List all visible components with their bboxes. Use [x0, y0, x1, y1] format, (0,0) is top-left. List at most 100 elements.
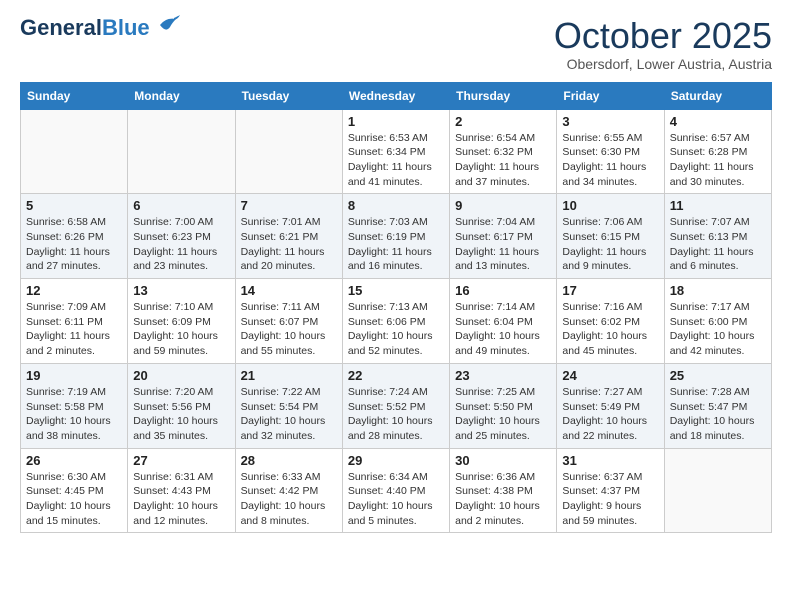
day-info: Sunrise: 7:22 AM Sunset: 5:54 PM Dayligh…	[241, 385, 337, 444]
day-number: 7	[241, 198, 337, 213]
day-info: Sunrise: 7:27 AM Sunset: 5:49 PM Dayligh…	[562, 385, 658, 444]
day-info: Sunrise: 6:37 AM Sunset: 4:37 PM Dayligh…	[562, 470, 658, 529]
day-number: 3	[562, 114, 658, 129]
day-number: 8	[348, 198, 444, 213]
day-number: 22	[348, 368, 444, 383]
day-info: Sunrise: 7:06 AM Sunset: 6:15 PM Dayligh…	[562, 215, 658, 274]
calendar-cell: 13Sunrise: 7:10 AM Sunset: 6:09 PM Dayli…	[128, 279, 235, 364]
day-info: Sunrise: 7:25 AM Sunset: 5:50 PM Dayligh…	[455, 385, 551, 444]
day-number: 30	[455, 453, 551, 468]
day-info: Sunrise: 6:53 AM Sunset: 6:34 PM Dayligh…	[348, 131, 444, 190]
day-info: Sunrise: 7:03 AM Sunset: 6:19 PM Dayligh…	[348, 215, 444, 274]
title-block: October 2025 Obersdorf, Lower Austria, A…	[554, 16, 772, 72]
day-number: 29	[348, 453, 444, 468]
calendar-week-row: 12 Sunrise: 7:09 AM Sunset: 6:11 PM Dayli…	[21, 279, 772, 364]
day-info: Sunrise: 6:57 AM Sunset: 6:28 PM Dayligh…	[670, 131, 766, 190]
calendar-cell: 10 Sunrise: 7:06 AM Sunset: 6:15 PM Dayli…	[557, 194, 664, 279]
calendar-cell: 15 Sunrise: 7:13 AM Sunset: 6:06 PM Dayli…	[342, 279, 449, 364]
calendar-cell: 28 Sunrise: 6:33 AM Sunset: 4:42 PM Dayli…	[235, 448, 342, 533]
calendar-cell: 29 Sunrise: 6:34 AM Sunset: 4:40 PM Dayli…	[342, 448, 449, 533]
day-info: Sunrise: 7:24 AM Sunset: 5:52 PM Dayligh…	[348, 385, 444, 444]
day-header-monday: Monday	[128, 82, 235, 109]
day-info: Sunrise: 7:01 AM Sunset: 6:21 PM Dayligh…	[241, 215, 337, 274]
calendar-cell: 3 Sunrise: 6:55 AM Sunset: 6:30 PM Daylig…	[557, 109, 664, 194]
calendar-cell	[128, 109, 235, 194]
calendar-cell: 11Sunrise: 7:07 AM Sunset: 6:13 PM Dayli…	[664, 194, 771, 279]
calendar-cell: 31Sunrise: 6:37 AM Sunset: 4:37 PM Dayli…	[557, 448, 664, 533]
day-number: 26	[26, 453, 122, 468]
calendar-cell: 14 Sunrise: 7:11 AM Sunset: 6:07 PM Dayli…	[235, 279, 342, 364]
day-info: Sunrise: 7:13 AM Sunset: 6:06 PM Dayligh…	[348, 300, 444, 359]
calendar-cell: 27 Sunrise: 6:31 AM Sunset: 4:43 PM Dayli…	[128, 448, 235, 533]
day-info: Sunrise: 6:55 AM Sunset: 6:30 PM Dayligh…	[562, 131, 658, 190]
calendar-cell: 12 Sunrise: 7:09 AM Sunset: 6:11 PM Dayli…	[21, 279, 128, 364]
calendar-cell: 18Sunrise: 7:17 AM Sunset: 6:00 PM Dayli…	[664, 279, 771, 364]
calendar-cell: 19Sunrise: 7:19 AM Sunset: 5:58 PM Dayli…	[21, 363, 128, 448]
day-number: 4	[670, 114, 766, 129]
day-number: 23	[455, 368, 551, 383]
calendar-cell: 25 Sunrise: 7:28 AM Sunset: 5:47 PM Dayli…	[664, 363, 771, 448]
calendar-cell: 2Sunrise: 6:54 AM Sunset: 6:32 PM Daylig…	[450, 109, 557, 194]
calendar-week-row: 19Sunrise: 7:19 AM Sunset: 5:58 PM Dayli…	[21, 363, 772, 448]
header: GeneralBlue October 2025 Obersdorf, Lowe…	[20, 16, 772, 72]
day-number: 12	[26, 283, 122, 298]
day-header-friday: Friday	[557, 82, 664, 109]
calendar-header-row: SundayMondayTuesdayWednesdayThursdayFrid…	[21, 82, 772, 109]
calendar-week-row: 26Sunrise: 6:30 AM Sunset: 4:45 PM Dayli…	[21, 448, 772, 533]
day-number: 9	[455, 198, 551, 213]
calendar-cell	[235, 109, 342, 194]
calendar-cell: 9 Sunrise: 7:04 AM Sunset: 6:17 PM Daylig…	[450, 194, 557, 279]
day-number: 27	[133, 453, 229, 468]
day-number: 25	[670, 368, 766, 383]
day-number: 15	[348, 283, 444, 298]
calendar-cell: 5 Sunrise: 6:58 AM Sunset: 6:26 PM Daylig…	[21, 194, 128, 279]
calendar-cell: 17Sunrise: 7:16 AM Sunset: 6:02 PM Dayli…	[557, 279, 664, 364]
day-info: Sunrise: 7:00 AM Sunset: 6:23 PM Dayligh…	[133, 215, 229, 274]
calendar-cell: 22 Sunrise: 7:24 AM Sunset: 5:52 PM Dayli…	[342, 363, 449, 448]
day-info: Sunrise: 6:54 AM Sunset: 6:32 PM Dayligh…	[455, 131, 551, 190]
calendar-cell	[21, 109, 128, 194]
day-info: Sunrise: 7:14 AM Sunset: 6:04 PM Dayligh…	[455, 300, 551, 359]
day-info: Sunrise: 6:36 AM Sunset: 4:38 PM Dayligh…	[455, 470, 551, 529]
day-number: 28	[241, 453, 337, 468]
day-number: 18	[670, 283, 766, 298]
day-info: Sunrise: 7:04 AM Sunset: 6:17 PM Dayligh…	[455, 215, 551, 274]
day-info: Sunrise: 7:07 AM Sunset: 6:13 PM Dayligh…	[670, 215, 766, 274]
day-header-saturday: Saturday	[664, 82, 771, 109]
calendar-cell: 21 Sunrise: 7:22 AM Sunset: 5:54 PM Dayli…	[235, 363, 342, 448]
day-info: Sunrise: 6:33 AM Sunset: 4:42 PM Dayligh…	[241, 470, 337, 529]
day-header-thursday: Thursday	[450, 82, 557, 109]
day-info: Sunrise: 6:34 AM Sunset: 4:40 PM Dayligh…	[348, 470, 444, 529]
logo: GeneralBlue	[20, 16, 180, 40]
day-number: 24	[562, 368, 658, 383]
day-info: Sunrise: 6:31 AM Sunset: 4:43 PM Dayligh…	[133, 470, 229, 529]
day-number: 16	[455, 283, 551, 298]
day-info: Sunrise: 7:09 AM Sunset: 6:11 PM Dayligh…	[26, 300, 122, 359]
calendar-cell: 16 Sunrise: 7:14 AM Sunset: 6:04 PM Dayli…	[450, 279, 557, 364]
day-info: Sunrise: 6:58 AM Sunset: 6:26 PM Dayligh…	[26, 215, 122, 274]
logo-blue: Blue	[102, 15, 150, 40]
logo-text: GeneralBlue	[20, 16, 150, 40]
bird-icon	[152, 15, 180, 35]
calendar-page: GeneralBlue October 2025 Obersdorf, Lowe…	[0, 0, 792, 549]
calendar-cell: 8 Sunrise: 7:03 AM Sunset: 6:19 PM Daylig…	[342, 194, 449, 279]
day-number: 14	[241, 283, 337, 298]
day-number: 10	[562, 198, 658, 213]
day-info: Sunrise: 7:20 AM Sunset: 5:56 PM Dayligh…	[133, 385, 229, 444]
day-number: 20	[133, 368, 229, 383]
calendar-week-row: 1Sunrise: 6:53 AM Sunset: 6:34 PM Daylig…	[21, 109, 772, 194]
day-info: Sunrise: 7:28 AM Sunset: 5:47 PM Dayligh…	[670, 385, 766, 444]
calendar-cell	[664, 448, 771, 533]
calendar-week-row: 5 Sunrise: 6:58 AM Sunset: 6:26 PM Daylig…	[21, 194, 772, 279]
calendar-cell: 7 Sunrise: 7:01 AM Sunset: 6:21 PM Daylig…	[235, 194, 342, 279]
calendar-cell: 23 Sunrise: 7:25 AM Sunset: 5:50 PM Dayli…	[450, 363, 557, 448]
day-number: 21	[241, 368, 337, 383]
calendar-cell: 1Sunrise: 6:53 AM Sunset: 6:34 PM Daylig…	[342, 109, 449, 194]
calendar-cell: 30 Sunrise: 6:36 AM Sunset: 4:38 PM Dayli…	[450, 448, 557, 533]
day-info: Sunrise: 7:11 AM Sunset: 6:07 PM Dayligh…	[241, 300, 337, 359]
day-number: 5	[26, 198, 122, 213]
calendar-cell: 26Sunrise: 6:30 AM Sunset: 4:45 PM Dayli…	[21, 448, 128, 533]
logo-general: General	[20, 15, 102, 40]
calendar-cell: 6Sunrise: 7:00 AM Sunset: 6:23 PM Daylig…	[128, 194, 235, 279]
day-number: 13	[133, 283, 229, 298]
